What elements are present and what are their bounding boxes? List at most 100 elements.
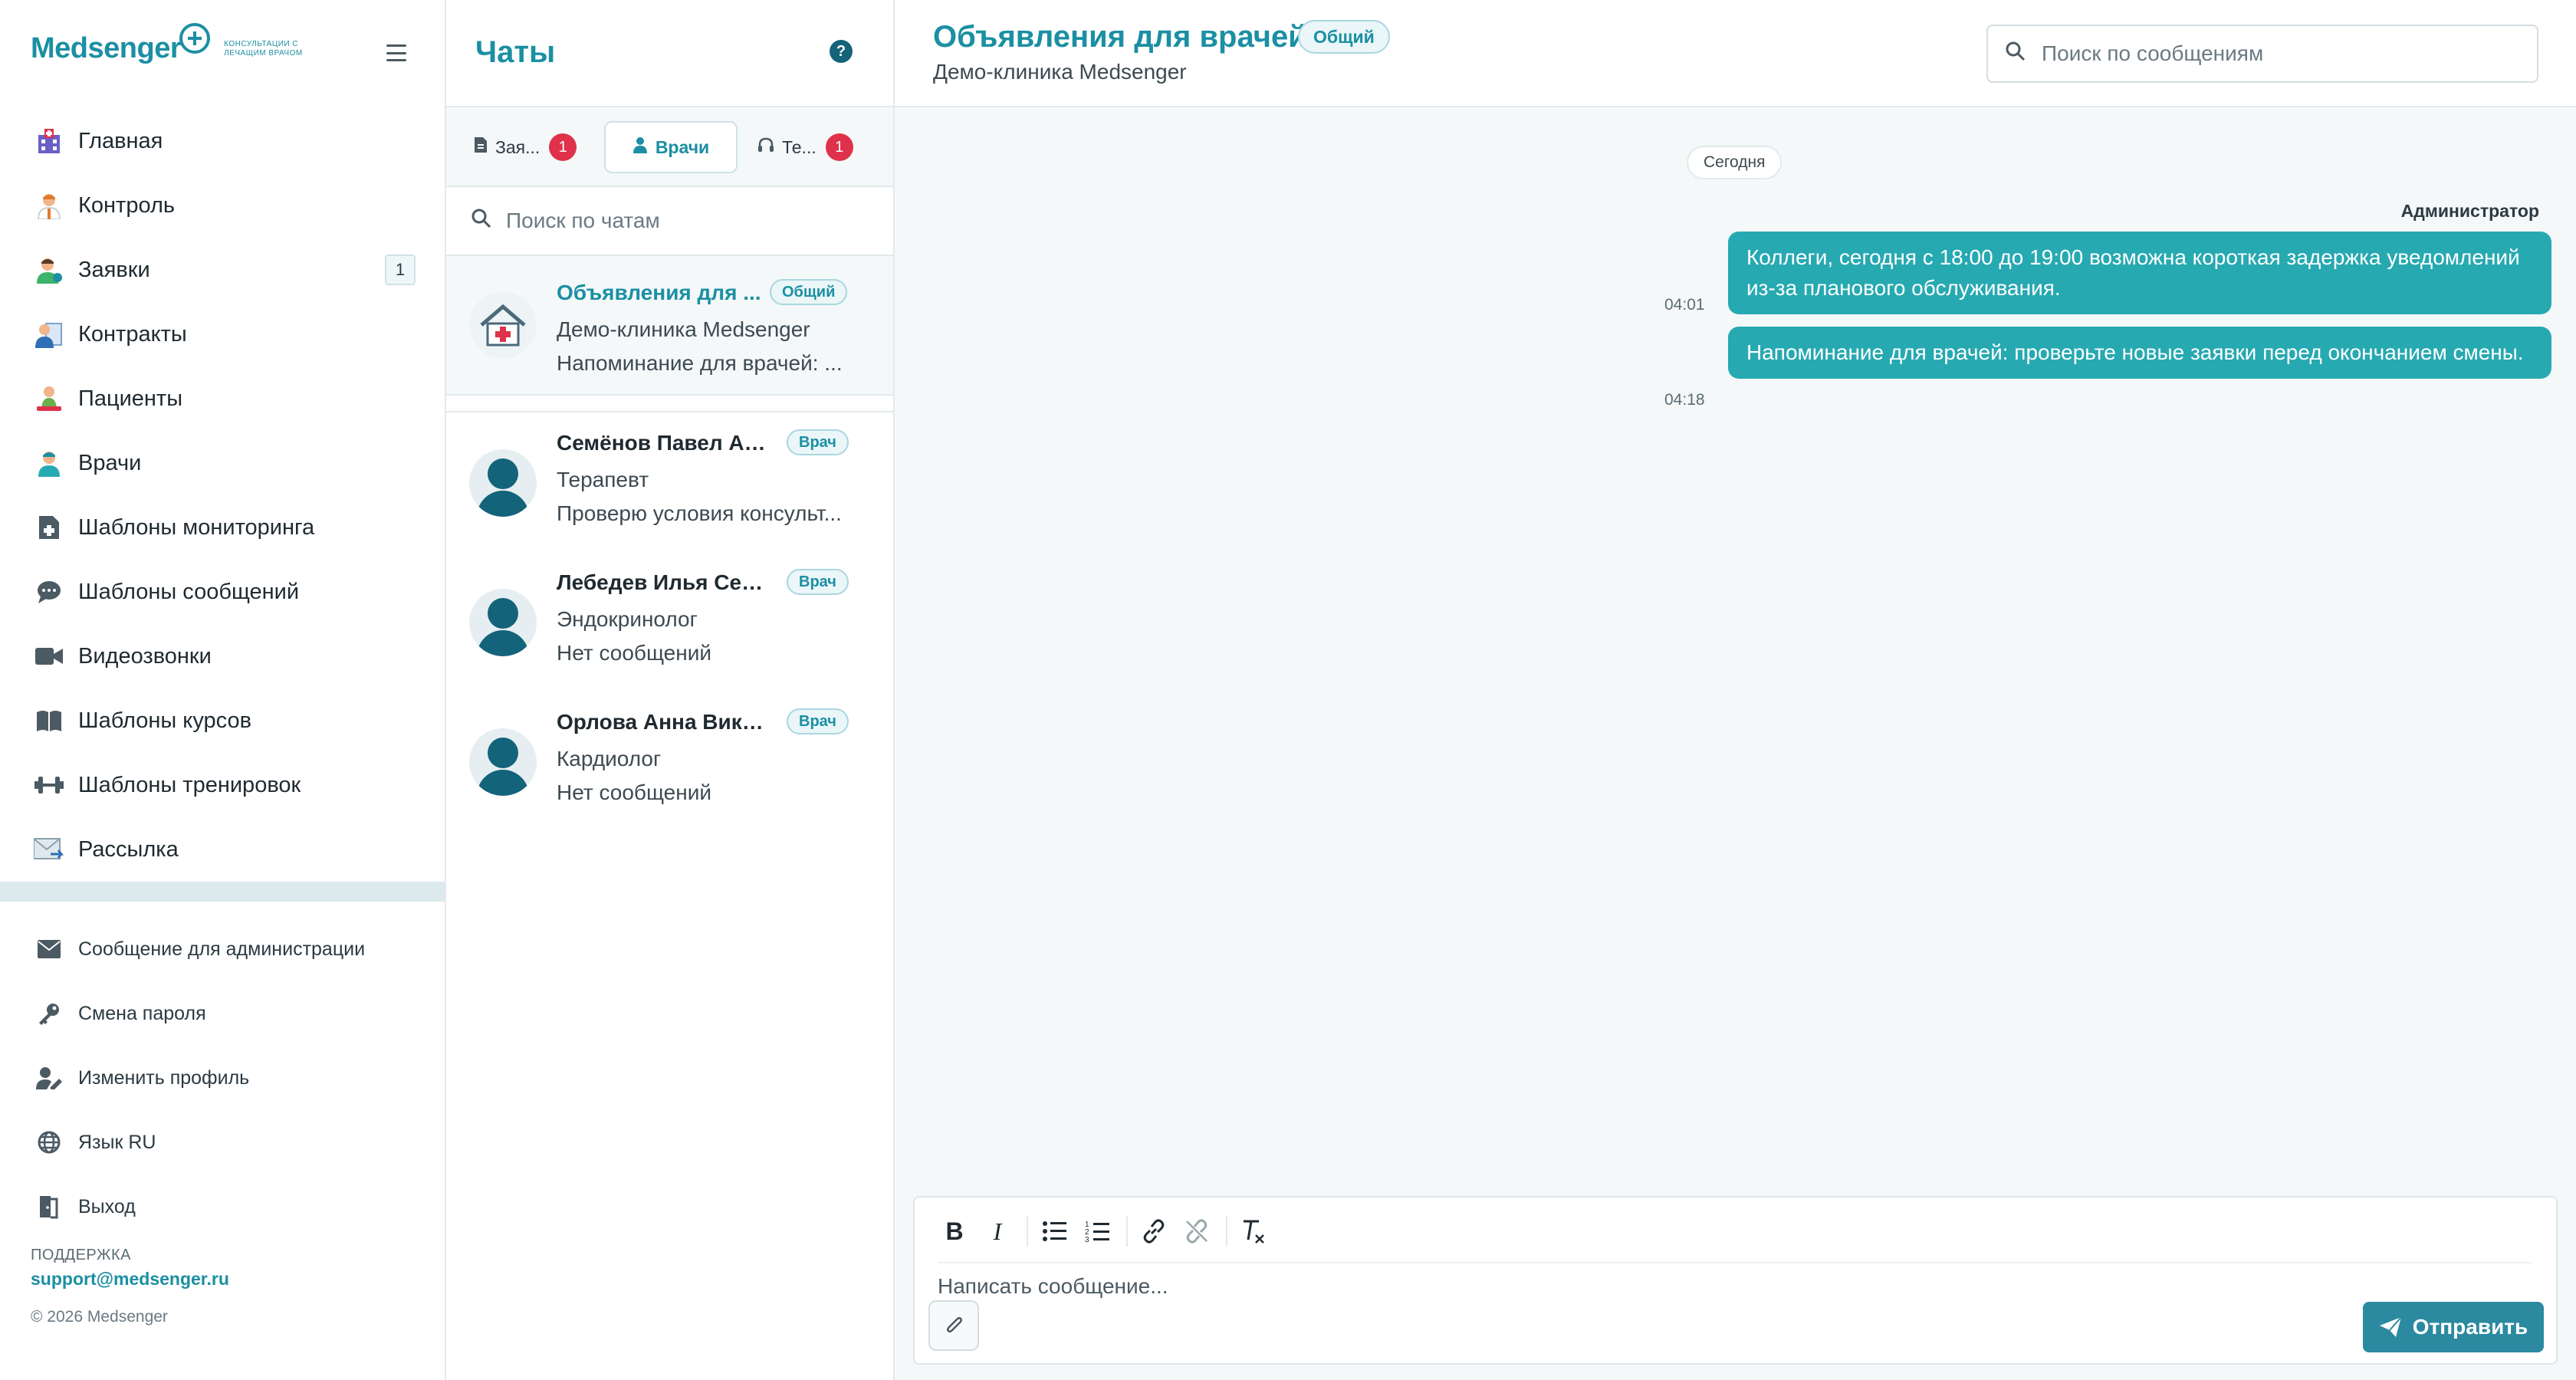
tab-doctors[interactable]: Врачи bbox=[604, 121, 738, 173]
sidebar-item-patients[interactable]: Пациенты bbox=[0, 366, 445, 431]
chat-item[interactable]: Лебедев Илья Серг... Врач Эндокринолог Н… bbox=[446, 552, 893, 692]
sidebar-item-logout[interactable]: Выход bbox=[0, 1175, 445, 1239]
paper-plane-icon bbox=[2379, 1316, 2402, 1337]
avatar bbox=[469, 449, 537, 517]
chat-search bbox=[446, 187, 893, 256]
message-bubble: Коллеги, сегодня с 18:00 до 19:00 возмож… bbox=[1728, 232, 2551, 314]
sidebar: Medsenger КОНСУЛЬТАЦИИ С ЛЕЧАЩИМ ВРАЧОМ … bbox=[0, 0, 446, 1380]
chat-type-badge: Общий bbox=[770, 279, 848, 305]
chat-type-badge: Врач bbox=[787, 569, 849, 595]
sidebar-item-label: Шаблоны сообщений bbox=[78, 579, 300, 604]
clinic-avatar bbox=[469, 291, 537, 359]
sidebar-item-label: Сообщение для администрации bbox=[78, 938, 366, 960]
patient-icon bbox=[34, 383, 64, 414]
sidebar-item-label: Рассылка bbox=[78, 836, 179, 862]
file-icon bbox=[474, 136, 488, 158]
sidebar-item-label: Шаблоны мониторинга bbox=[78, 514, 315, 540]
headset-icon bbox=[757, 136, 774, 158]
send-button[interactable]: Отправить bbox=[2363, 1302, 2544, 1352]
tab-requests[interactable]: Зая... 1 bbox=[474, 121, 577, 173]
svg-text:3: 3 bbox=[1085, 1236, 1089, 1243]
sidebar-item-label: Шаблоны курсов bbox=[78, 708, 251, 733]
sidebar-item-language[interactable]: Язык RU bbox=[0, 1110, 445, 1175]
doctor-icon bbox=[632, 136, 648, 158]
tab-count-badge: 1 bbox=[549, 133, 577, 161]
support-title: ПОДДЕРЖКА bbox=[31, 1247, 131, 1263]
sidebar-item-chats-active[interactable] bbox=[0, 882, 445, 902]
menu-toggle-icon[interactable] bbox=[386, 44, 406, 61]
message-search bbox=[1986, 25, 2538, 83]
sidebar-item-label: Выход bbox=[78, 1195, 136, 1217]
mail-send-icon bbox=[34, 834, 64, 865]
comment-icon bbox=[34, 577, 64, 607]
sidebar-item-label: Видеозвонки bbox=[78, 643, 212, 669]
sidebar-item-control[interactable]: Контроль bbox=[0, 173, 445, 238]
tab-support[interactable]: Те... 1 bbox=[757, 121, 853, 173]
bold-icon[interactable]: B bbox=[935, 1211, 974, 1251]
chat-type-badge: Врач bbox=[787, 708, 849, 734]
dumbbell-icon bbox=[34, 770, 64, 800]
sidebar-item-course-templates[interactable]: Шаблоны курсов bbox=[0, 688, 445, 753]
attach-button[interactable] bbox=[928, 1300, 979, 1351]
hospital-icon bbox=[34, 126, 64, 156]
sidebar-item-label: Пациенты bbox=[78, 386, 183, 411]
file-medical-icon bbox=[34, 512, 64, 543]
sidebar-item-monitoring-templates[interactable]: Шаблоны мониторинга bbox=[0, 495, 445, 560]
message-input[interactable]: Написать сообщение... bbox=[938, 1262, 2532, 1299]
italic-icon[interactable]: I bbox=[978, 1211, 1017, 1251]
chat-view: Объявления для врачей Общий Демо-клиника… bbox=[895, 0, 2576, 1380]
link-icon[interactable] bbox=[1134, 1211, 1174, 1251]
sidebar-item-contracts[interactable]: Контракты bbox=[0, 302, 445, 366]
user-edit-icon bbox=[34, 1063, 64, 1093]
sidebar-item-admin-message[interactable]: Сообщение для администрации bbox=[0, 917, 445, 981]
sidebar-item-change-password[interactable]: Смена пароля bbox=[0, 981, 445, 1046]
video-icon bbox=[34, 641, 64, 672]
message-search-input[interactable] bbox=[2042, 41, 2517, 66]
chat-last-message: Проверю условия консульт... bbox=[557, 501, 842, 525]
toolbar-divider bbox=[1226, 1216, 1227, 1247]
sidebar-item-label: Контроль bbox=[78, 192, 175, 218]
toolbar-divider bbox=[1027, 1216, 1028, 1247]
chat-search-input[interactable] bbox=[506, 209, 859, 233]
sidebar-item-label: Смена пароля bbox=[78, 1002, 206, 1024]
sidebar-item-doctors[interactable]: Врачи bbox=[0, 431, 445, 495]
message-sender: Администратор bbox=[2400, 201, 2539, 221]
support-email-link[interactable]: support@medsenger.ru bbox=[31, 1269, 229, 1290]
message-time: 04:18 bbox=[1664, 391, 1705, 409]
sidebar-item-label: Шаблоны тренировок bbox=[78, 772, 301, 797]
chat-item[interactable]: Семёнов Павел Ан... Врач Терапевт Провер… bbox=[446, 412, 893, 552]
unlink-icon[interactable] bbox=[1177, 1211, 1217, 1251]
sidebar-item-label: Контракты bbox=[78, 321, 187, 347]
sidebar-item-label: Главная bbox=[78, 128, 163, 153]
sidebar-item-label: Врачи bbox=[78, 450, 142, 475]
chat-subtitle: Терапевт bbox=[557, 468, 649, 491]
sidebar-item-workout-templates[interactable]: Шаблоны тренировок bbox=[0, 753, 445, 817]
sidebar-item-label: Заявки bbox=[78, 257, 150, 282]
sidebar-item-edit-profile[interactable]: Изменить профиль bbox=[0, 1046, 445, 1110]
numbered-list-icon[interactable]: 123 bbox=[1077, 1211, 1117, 1251]
chat-subtitle: Демо-клиника Medsenger bbox=[557, 317, 810, 341]
chat-type-badge: Врач bbox=[787, 429, 849, 455]
chat-last-message: Нет сообщений bbox=[557, 641, 712, 665]
sidebar-nav: Главная Контроль Заявки 1 Контракты Паци… bbox=[0, 109, 445, 882]
avatar bbox=[469, 728, 537, 796]
bullet-list-icon[interactable] bbox=[1034, 1211, 1074, 1251]
tab-label: Те... bbox=[782, 136, 816, 157]
support-block: ПОДДЕРЖКА support@medsenger.ru bbox=[31, 1247, 229, 1290]
chat-subtitle: Демо-клиника Medsenger bbox=[933, 60, 1187, 84]
help-icon[interactable]: ? bbox=[830, 40, 853, 63]
chat-name: Орлова Анна Викто... bbox=[557, 710, 771, 734]
logo[interactable]: Medsenger КОНСУЛЬТАЦИИ С ЛЕЧАЩИМ ВРАЧОМ bbox=[31, 22, 331, 65]
sidebar-item-home[interactable]: Главная bbox=[0, 109, 445, 173]
chat-item-announcements[interactable]: Объявления для ... Общий Демо-клиника Me… bbox=[446, 256, 893, 396]
sidebar-item-message-templates[interactable]: Шаблоны сообщений bbox=[0, 560, 445, 624]
sidebar-item-requests[interactable]: Заявки 1 bbox=[0, 238, 445, 302]
chat-last-message: Нет сообщений bbox=[557, 780, 712, 804]
chat-item[interactable]: Орлова Анна Викто... Врач Кардиолог Нет … bbox=[446, 692, 893, 831]
chats-title: Чаты bbox=[475, 35, 556, 69]
clear-format-icon[interactable] bbox=[1234, 1211, 1273, 1251]
search-icon bbox=[2005, 41, 2026, 67]
paperclip-icon bbox=[946, 1316, 963, 1333]
sidebar-item-mailing[interactable]: Рассылка bbox=[0, 817, 445, 882]
sidebar-item-video-calls[interactable]: Видеозвонки bbox=[0, 624, 445, 688]
